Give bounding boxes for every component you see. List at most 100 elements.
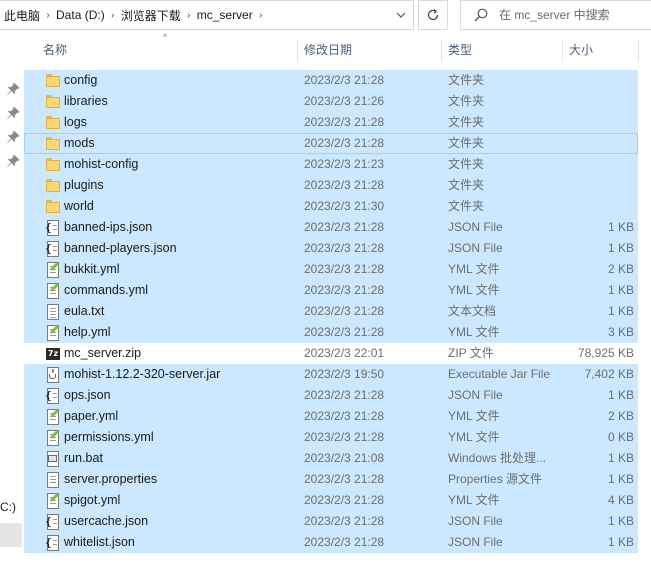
breadcrumb-mc-server[interactable]: mc_server	[197, 8, 253, 22]
nav-item-selected[interactable]	[0, 523, 22, 547]
pin-icon[interactable]	[6, 130, 20, 144]
breadcrumb-separator-icon[interactable]: ›	[105, 10, 121, 21]
yml-file-icon	[45, 430, 61, 446]
breadcrumb-separator-icon[interactable]: ›	[253, 10, 269, 21]
file-row[interactable]: {banned-players.json 2023/2/3 21:28 JSON F…	[24, 238, 638, 259]
file-name: permissions.yml	[64, 430, 154, 444]
file-type: Windows 批处理...	[448, 451, 547, 465]
file-type: YML 文件	[448, 283, 500, 297]
file-row[interactable]: spigot.yml 2023/2/3 21:28 YML 文件 4 KB	[24, 490, 638, 511]
file-name: usercache.json	[64, 514, 149, 528]
folder-icon	[45, 136, 61, 152]
file-name: bukkit.yml	[64, 262, 120, 276]
file-row[interactable]: config 2023/2/3 21:28 文件夹	[24, 70, 638, 91]
file-size: 78,925 KB	[577, 346, 634, 360]
file-row[interactable]: {ops.json 2023/2/3 21:28 JSON File 1 KB	[24, 385, 638, 406]
yml-file-icon	[45, 283, 61, 299]
pin-icon[interactable]	[6, 106, 20, 120]
json-file-icon: {	[45, 535, 61, 551]
file-size: 1 KB	[607, 451, 634, 465]
file-type: 文本文档	[448, 304, 497, 318]
file-row[interactable]: {usercache.json 2023/2/3 21:28 JSON File 1 …	[24, 511, 638, 532]
file-type: 文件夹	[448, 94, 485, 108]
breadcrumb-separator-icon[interactable]: ›	[181, 10, 197, 21]
file-type: YML 文件	[448, 430, 500, 444]
file-row[interactable]: 7z mc_server.zip 2023/2/3 22:01 ZIP 文件 78,92…	[24, 343, 638, 364]
file-row[interactable]: server.properties 2023/2/3 21:28 Propertie…	[24, 469, 638, 490]
file-row[interactable]: libraries 2023/2/3 21:26 文件夹	[24, 91, 638, 112]
file-row[interactable]: world 2023/2/3 21:30 文件夹	[24, 196, 638, 217]
file-type: JSON File	[448, 241, 503, 255]
column-header-name[interactable]: 名称	[24, 38, 297, 62]
file-size: 4 KB	[607, 493, 634, 507]
refresh-button[interactable]	[418, 0, 448, 30]
file-name: commands.yml	[64, 283, 149, 297]
yml-file-icon	[45, 325, 61, 341]
navigation-pane: C:)	[0, 30, 24, 564]
file-type: JSON File	[448, 388, 503, 402]
file-name: mods	[64, 136, 95, 150]
file-modified-date: 2023/2/3 21:28	[304, 115, 385, 129]
file-size: 1 KB	[607, 514, 634, 528]
pin-icon[interactable]	[6, 154, 20, 168]
file-modified-date: 2023/2/3 21:28	[304, 220, 385, 234]
file-name: server.properties	[64, 472, 158, 486]
folder-icon	[45, 178, 61, 194]
file-name: config	[64, 73, 98, 87]
file-row[interactable]: mohist-1.12.2-320-server.jar 2023/2/3 19:…	[24, 364, 638, 385]
file-size: 3 KB	[607, 325, 634, 339]
yml-file-icon	[45, 493, 61, 509]
folder-icon	[45, 94, 61, 110]
file-type: 文件夹	[448, 199, 485, 213]
file-row[interactable]: {banned-ips.json 2023/2/3 21:28 JSON File 1…	[24, 217, 638, 238]
file-row[interactable]: bukkit.yml 2023/2/3 21:28 YML 文件 2 KB	[24, 259, 638, 280]
file-size: 2 KB	[607, 409, 634, 423]
json-file-icon: {	[45, 220, 61, 236]
file-row[interactable]: mods 2023/2/3 21:28 文件夹	[24, 133, 638, 154]
file-modified-date: 2023/2/3 19:50	[304, 367, 385, 381]
file-modified-date: 2023/2/3 21:28	[304, 472, 385, 486]
file-row[interactable]: plugins 2023/2/3 21:28 文件夹	[24, 175, 638, 196]
file-modified-date: 2023/2/3 21:28	[304, 430, 385, 444]
file-row[interactable]: commands.yml 2023/2/3 21:28 YML 文件 1 KB	[24, 280, 638, 301]
column-header-date[interactable]: 修改日期	[298, 38, 441, 62]
file-row[interactable]: help.yml 2023/2/3 21:28 YML 文件 3 KB	[24, 322, 638, 343]
file-list: config 2023/2/3 21:28 文件夹 libraries 2023/2/3…	[24, 70, 638, 553]
file-name: banned-ips.json	[64, 220, 153, 234]
file-type: 文件夹	[448, 157, 485, 171]
text-file-icon	[45, 304, 61, 320]
nav-item-drive-c[interactable]: C:)	[0, 500, 16, 514]
file-name: banned-players.json	[64, 241, 177, 255]
search-input[interactable]	[499, 8, 649, 22]
file-type: ZIP 文件	[448, 346, 494, 360]
column-header-size[interactable]: 大小	[563, 38, 638, 62]
file-size: 1 KB	[607, 241, 634, 255]
breadcrumb-separator-icon[interactable]: ›	[40, 10, 56, 21]
file-row[interactable]: run.bat 2023/2/3 21:08 Windows 批处理... 1 KB	[24, 448, 638, 469]
column-divider[interactable]	[638, 40, 639, 62]
pin-icon[interactable]	[6, 82, 20, 96]
file-type: YML 文件	[448, 493, 500, 507]
file-name: logs	[64, 115, 87, 129]
file-row[interactable]: eula.txt 2023/2/3 21:28 文本文档 1 KB	[24, 301, 638, 322]
address-history-dropdown[interactable]	[389, 1, 413, 29]
file-name: spigot.yml	[64, 493, 121, 507]
file-row[interactable]: permissions.yml 2023/2/3 21:28 YML 文件 0 KB	[24, 427, 638, 448]
breadcrumb-downloads[interactable]: 浏览器下载	[121, 7, 181, 24]
file-row[interactable]: paper.yml 2023/2/3 21:28 YML 文件 2 KB	[24, 406, 638, 427]
file-type: Properties 源文件	[448, 472, 543, 486]
chevron-down-icon	[396, 12, 406, 18]
file-modified-date: 2023/2/3 21:28	[304, 283, 385, 297]
file-row[interactable]: logs 2023/2/3 21:28 文件夹	[24, 112, 638, 133]
breadcrumb-this-pc[interactable]: 此电脑	[4, 7, 40, 24]
file-name: mohist-config	[64, 157, 139, 171]
search-box[interactable]	[460, 0, 651, 30]
file-row[interactable]: {whitelist.json 2023/2/3 21:28 JSON File 1 …	[24, 532, 638, 553]
file-size: 1 KB	[607, 220, 634, 234]
file-modified-date: 2023/2/3 21:23	[304, 157, 385, 171]
breadcrumb-drive[interactable]: Data (D:)	[56, 8, 105, 22]
file-row[interactable]: mohist-config 2023/2/3 21:23 文件夹	[24, 154, 638, 175]
file-name: plugins	[64, 178, 104, 192]
address-bar[interactable]: 此电脑 › Data (D:) › 浏览器下载 › mc_server ›	[0, 0, 414, 30]
column-header-type[interactable]: 类型	[442, 38, 562, 62]
